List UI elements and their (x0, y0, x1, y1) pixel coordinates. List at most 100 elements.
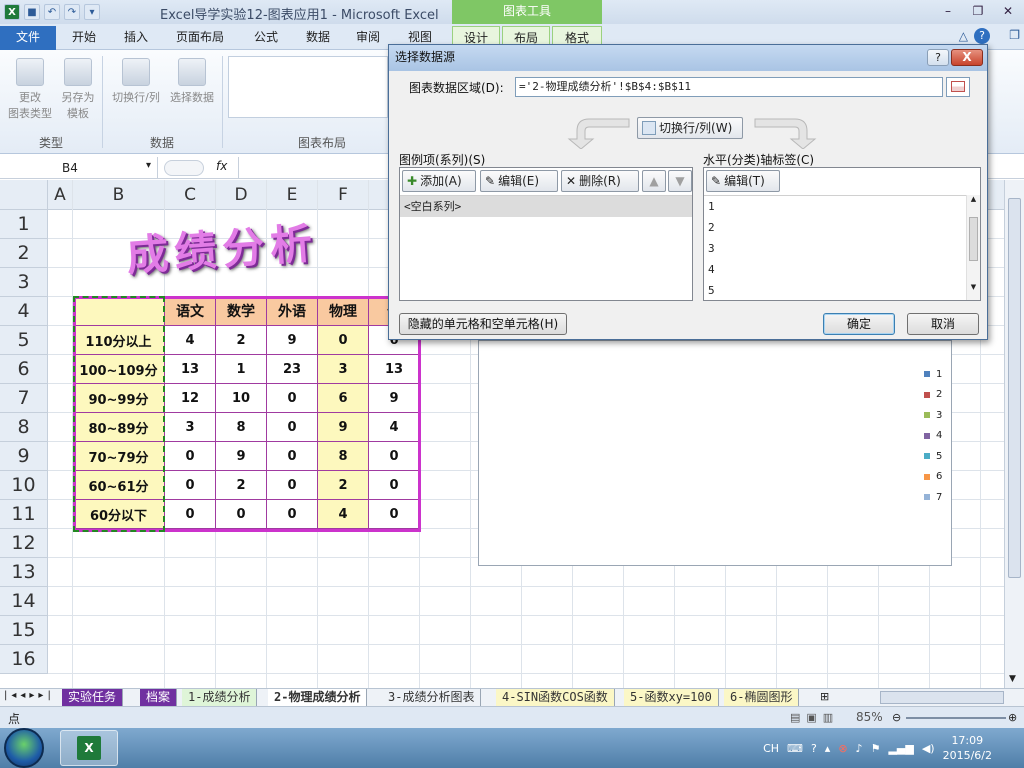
sheet-tab[interactable]: 实验任务 (62, 689, 124, 707)
column-header-e[interactable]: E (267, 180, 318, 210)
dialog-title-bar[interactable]: 选择数据源 (389, 45, 987, 71)
undo-icon[interactable]: ↶ (44, 4, 60, 20)
cancel-button[interactable]: 取消 (907, 313, 979, 335)
vertical-scrollbar[interactable]: ▼ (1004, 180, 1024, 688)
sheet-tab[interactable]: 档案 (140, 689, 178, 707)
column-header-d[interactable]: D (216, 180, 267, 210)
workbook-restore-icon[interactable]: ❐ (1009, 28, 1020, 42)
zoom-level[interactable]: 85% (856, 710, 883, 724)
legend-entry[interactable]: 4 (924, 426, 942, 447)
table-cell[interactable]: 9 (216, 442, 267, 471)
security-alert-icon[interactable]: ⊗ (838, 742, 847, 755)
sheet-tab-active[interactable]: 2-物理成绩分析 (268, 689, 368, 707)
scroll-thumb[interactable] (1008, 198, 1021, 578)
table-cell[interactable]: 0 (369, 500, 420, 529)
column-header-c[interactable]: C (165, 180, 216, 210)
help-icon[interactable]: ? (974, 28, 990, 44)
chart-layout-gallery[interactable] (228, 56, 388, 118)
table-cell[interactable]: 13 (369, 355, 420, 384)
wordart-title[interactable]: 成绩分析 (124, 209, 320, 283)
row-header[interactable]: 8 (0, 413, 48, 442)
legend-entry[interactable]: 3 (924, 405, 942, 426)
sheet-nav-arrows-icon[interactable]: |◂◂▸▸| (4, 690, 55, 701)
table-cell[interactable]: 3 (165, 413, 216, 442)
table-row-label[interactable]: 70~79分 (73, 442, 165, 471)
zoom-in-icon[interactable]: ⊕ (1008, 711, 1017, 724)
tab-page-layout[interactable]: 页面布局 (166, 26, 234, 50)
table-cell[interactable]: 0 (165, 500, 216, 529)
flag-icon[interactable]: ⚑ (871, 742, 881, 755)
redo-icon[interactable]: ↷ (64, 4, 80, 20)
table-cell[interactable]: 4 (165, 326, 216, 355)
input-language[interactable]: CH (763, 742, 779, 755)
table-row-label[interactable]: 110分以上 (73, 326, 165, 355)
scroll-down-icon[interactable]: ▼ (967, 283, 980, 291)
table-cell[interactable]: 3 (318, 355, 369, 384)
column-header-a[interactable]: A (48, 180, 73, 210)
table-cell[interactable]: 10 (216, 384, 267, 413)
table-cell[interactable]: 0 (267, 413, 318, 442)
row-header[interactable]: 12 (0, 529, 48, 558)
row-header[interactable]: 13 (0, 558, 48, 587)
axis-list-scroll-thumb[interactable] (969, 217, 978, 261)
table-cell[interactable]: 0 (165, 442, 216, 471)
zoom-out-icon[interactable]: ⊖ (892, 711, 901, 724)
tray-arrow-icon[interactable]: ▴ (825, 742, 831, 755)
table-cell[interactable]: 9 (318, 413, 369, 442)
scroll-down-icon[interactable]: ▼ (1009, 674, 1016, 684)
table-cell[interactable]: 9 (369, 384, 420, 413)
table-header-cell[interactable]: 物理 (318, 297, 369, 326)
hidden-empty-cells-button[interactable]: 隐藏的单元格和空单元格(H) (399, 313, 567, 335)
scroll-up-icon[interactable]: ▲ (967, 195, 980, 203)
tab-insert[interactable]: 插入 (114, 26, 158, 50)
table-row-label[interactable]: 100~109分 (73, 355, 165, 384)
excel-logo-icon[interactable]: X (4, 4, 20, 20)
legend-entry[interactable]: 6 (924, 467, 942, 488)
row-header[interactable]: 10 (0, 471, 48, 500)
axis-label-item[interactable]: 1 (704, 196, 966, 217)
network-icon[interactable]: ▂▄▆ (888, 742, 913, 755)
table-cell[interactable]: 0 (369, 442, 420, 471)
dialog-help-button[interactable]: ? (927, 49, 949, 66)
table-row-label[interactable]: 90~99分 (73, 384, 165, 413)
axis-label-item[interactable]: 3 (704, 238, 966, 259)
tab-formulas[interactable]: 公式 (244, 26, 288, 50)
table-cell[interactable]: 0 (216, 500, 267, 529)
legend-entry[interactable]: 5 (924, 446, 942, 467)
delete-series-button[interactable]: ✕ 删除(R) (561, 170, 639, 192)
axis-label-item[interactable]: 4 (704, 259, 966, 280)
table-cell[interactable]: 0 (267, 500, 318, 529)
insert-sheet-icon[interactable]: ⊞ (820, 690, 829, 703)
table-cell[interactable]: 23 (267, 355, 318, 384)
legend-entry[interactable]: 2 (924, 385, 942, 406)
save-icon[interactable]: ■ (24, 4, 40, 20)
ok-button[interactable]: 确定 (823, 313, 895, 335)
switch-row-col-button[interactable]: 切换行/列(W) (637, 117, 743, 139)
table-cell[interactable]: 2 (216, 326, 267, 355)
axis-list-scrollbar[interactable]: ▲ ▼ (966, 195, 980, 300)
sheet-tab[interactable]: 4-SIN函数COS函数 (496, 689, 615, 707)
legend-entry[interactable]: 7 (924, 487, 942, 508)
series-list[interactable]: <空白系列> (400, 195, 692, 300)
legend-entry[interactable]: 1 (924, 364, 942, 385)
table-header-cell[interactable]: 数学 (216, 297, 267, 326)
chart-data-range-input[interactable]: ='2-物理成绩分析'!$B$4:$B$11 (515, 77, 943, 97)
chart-area[interactable] (478, 340, 952, 566)
table-cell[interactable]: 2 (318, 471, 369, 500)
table-cell[interactable]: 2 (216, 471, 267, 500)
horizontal-scrollbar[interactable] (880, 691, 1004, 704)
table-cell[interactable]: 0 (318, 326, 369, 355)
volume-icon[interactable]: ◀) (922, 742, 935, 755)
table-cell[interactable]: 0 (165, 471, 216, 500)
table-cell[interactable]: 8 (216, 413, 267, 442)
table-cell[interactable]: 0 (267, 471, 318, 500)
sheet-tab[interactable]: 6-椭圆图形 (724, 689, 800, 707)
table-cell[interactable]: 0 (267, 384, 318, 413)
sheet-tab[interactable]: 1-成绩分析 (182, 689, 258, 707)
table-cell[interactable]: 1 (216, 355, 267, 384)
series-list-item[interactable]: <空白系列> (400, 196, 692, 217)
table-cell[interactable]: 4 (369, 413, 420, 442)
restore-icon[interactable]: ❐ (968, 2, 988, 20)
column-header-f[interactable]: F (318, 180, 369, 210)
table-header-cell[interactable]: 外语 (267, 297, 318, 326)
